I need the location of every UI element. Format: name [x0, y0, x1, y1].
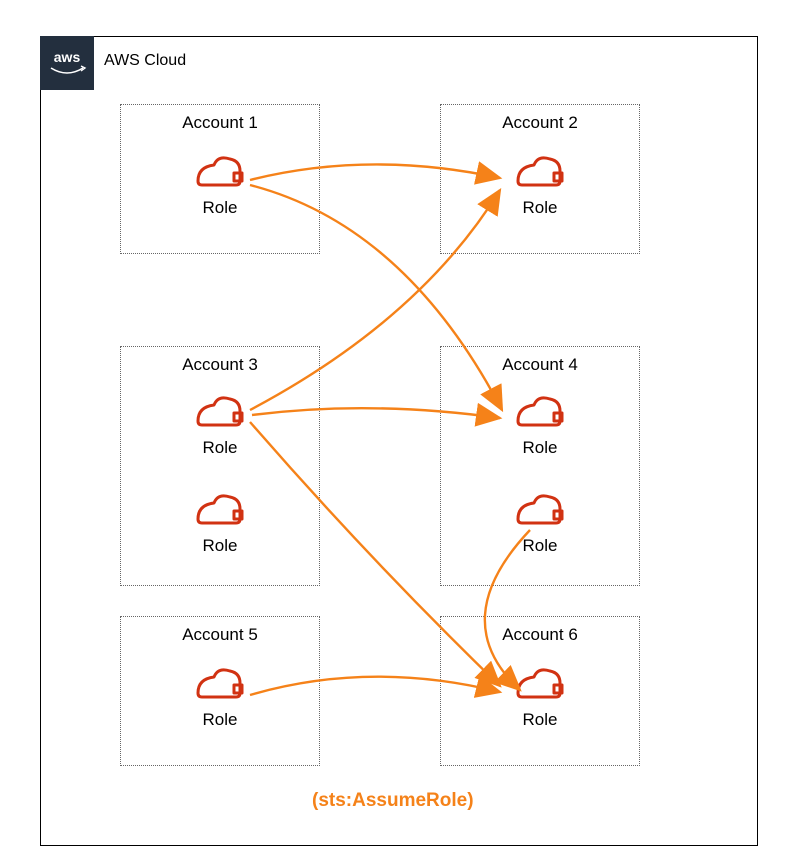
role-label: Role: [121, 198, 319, 218]
footer-label: (sts:AssumeRole): [312, 790, 474, 812]
account-4-title: Account 4: [441, 355, 639, 375]
role-icon: [190, 147, 250, 191]
account-3-role-2: Role: [121, 485, 319, 556]
cloud-title: AWS Cloud: [104, 52, 186, 70]
account-4-role-2: Role: [441, 485, 639, 556]
account-box-6: Account 6 Role: [440, 616, 640, 766]
role-label: Role: [441, 710, 639, 730]
diagram-canvas: aws AWS Cloud Account 1 Role Account 2 R…: [0, 0, 791, 860]
account-1-title: Account 1: [121, 113, 319, 133]
role-icon: [190, 485, 250, 529]
account-3-role-1: Role: [121, 387, 319, 458]
account-3-title: Account 3: [121, 355, 319, 375]
account-6-title: Account 6: [441, 625, 639, 645]
account-5-title: Account 5: [121, 625, 319, 645]
account-2-title: Account 2: [441, 113, 639, 133]
account-box-2: Account 2 Role: [440, 104, 640, 254]
account-1-role-1: Role: [121, 147, 319, 218]
role-icon: [190, 659, 250, 703]
role-label: Role: [441, 198, 639, 218]
role-icon: [510, 485, 570, 529]
role-icon: [510, 147, 570, 191]
account-5-role-1: Role: [121, 659, 319, 730]
aws-logo-icon: aws: [40, 36, 94, 90]
aws-logo-text: aws: [54, 49, 81, 65]
role-label: Role: [121, 536, 319, 556]
account-box-1: Account 1 Role: [120, 104, 320, 254]
account-box-5: Account 5 Role: [120, 616, 320, 766]
role-label: Role: [441, 438, 639, 458]
role-icon: [190, 387, 250, 431]
role-icon: [510, 387, 570, 431]
account-6-role-1: Role: [441, 659, 639, 730]
role-label: Role: [121, 710, 319, 730]
account-box-3: Account 3 Role Role: [120, 346, 320, 586]
role-label: Role: [121, 438, 319, 458]
role-icon: [510, 659, 570, 703]
account-2-role-1: Role: [441, 147, 639, 218]
role-label: Role: [441, 536, 639, 556]
account-4-role-1: Role: [441, 387, 639, 458]
account-box-4: Account 4 Role Role: [440, 346, 640, 586]
